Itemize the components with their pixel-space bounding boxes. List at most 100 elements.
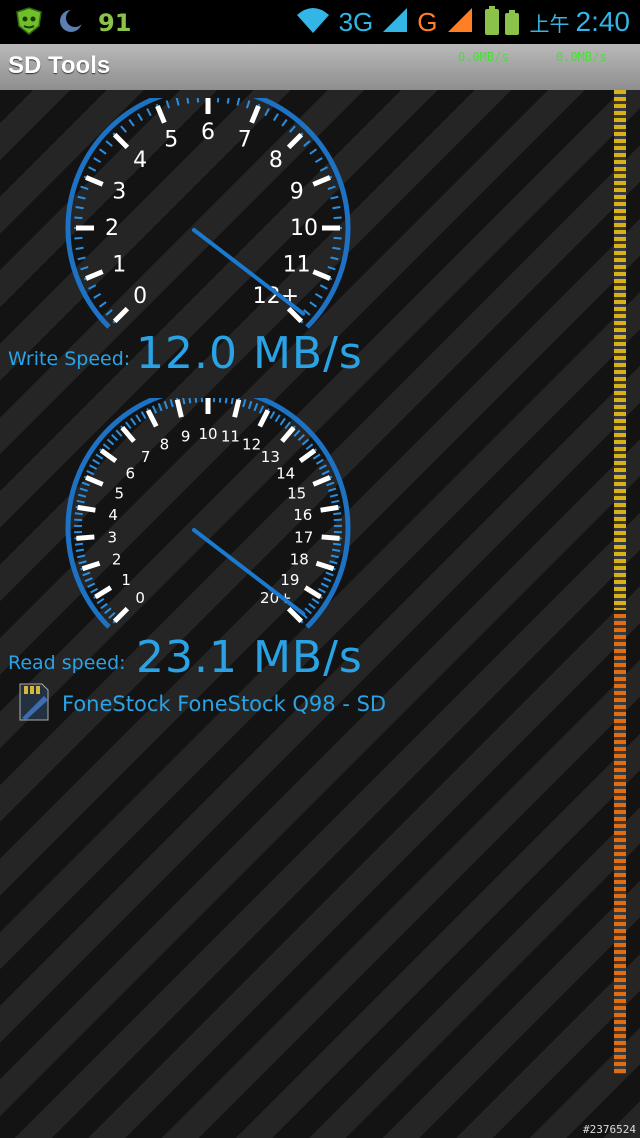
- write-gauge-minor-tick: [333, 216, 342, 220]
- read-gauge-minor-tick: [90, 587, 99, 594]
- read-gauge-minor-tick: [320, 582, 329, 588]
- read-gauge-minor-tick: [284, 421, 291, 430]
- write-gauge-major-tick: [85, 269, 104, 281]
- read-gauge-minor-tick: [86, 470, 95, 476]
- read-gauge-tick-label: 7: [141, 448, 151, 466]
- write-gauge-tick-label: 8: [269, 148, 283, 173]
- read-gauge-major-tick: [280, 426, 296, 443]
- read-gauge-tick-label: 4: [108, 506, 118, 524]
- read-gauge-minor-tick: [301, 438, 310, 446]
- read-gauge-minor-tick: [325, 571, 334, 577]
- write-gauge-tick-label: 10: [290, 216, 318, 241]
- scroll-indicator-bottom[interactable]: [614, 614, 626, 1074]
- read-gauge-minor-tick: [79, 487, 88, 492]
- write-gauge-minor-tick: [105, 140, 113, 147]
- read-gauge-minor-tick: [102, 443, 111, 450]
- write-gauge-minor-tick: [245, 100, 251, 109]
- read-gauge-minor-tick: [332, 542, 342, 546]
- read-gauge-minor-tick: [323, 577, 332, 583]
- write-gauge-tick-label: 7: [238, 127, 252, 152]
- battery-icon: [482, 4, 522, 40]
- read-gauge-minor-tick: [157, 403, 163, 412]
- read-gauge-minor-tick: [218, 398, 222, 403]
- write-gauge-minor-tick: [314, 157, 323, 164]
- device-row[interactable]: FoneStock FoneStock Q98 - SD: [16, 682, 386, 726]
- read-gauge-tick-label: 3: [108, 529, 118, 547]
- write-gauge-minor-tick: [216, 98, 220, 103]
- read-gauge-major-tick: [312, 475, 331, 487]
- notification-count: 91: [98, 9, 132, 37]
- read-gauge-minor-tick: [230, 398, 234, 405]
- write-gauge-tick-label: 9: [290, 179, 304, 204]
- read-gauge-minor-tick: [274, 414, 281, 423]
- read-gauge-tick-label: 16: [293, 506, 312, 524]
- read-speed-label: Read speed:: [8, 652, 126, 674]
- read-gauge-minor-tick: [326, 481, 335, 487]
- scroll-indicator-top[interactable]: [614, 90, 626, 610]
- read-gauge-tick-label: 10: [198, 425, 217, 443]
- clock: 上午 2:40: [530, 6, 631, 38]
- write-gauge-tick-label: 11: [283, 253, 311, 278]
- write-gauge-minor-tick: [226, 98, 230, 104]
- read-gauge-major-tick: [321, 534, 340, 541]
- read-gauge-major-tick: [232, 399, 242, 418]
- read-gauge-minor-tick: [304, 607, 312, 615]
- read-gauge-minor-tick: [76, 499, 85, 504]
- read-gauge-minor-tick: [140, 411, 147, 420]
- write-gauge-minor-tick: [289, 125, 296, 133]
- read-gauge-tick-label: 19: [280, 571, 299, 589]
- read-gauge-minor-tick: [333, 512, 342, 516]
- read-gauge-minor-tick: [77, 554, 86, 559]
- write-gauge-major-tick: [85, 175, 104, 187]
- read-gauge-major-tick: [320, 504, 339, 513]
- write-gauge-major-tick: [112, 132, 130, 150]
- write-gauge-minor-tick: [236, 98, 241, 106]
- read-gauge-minor-tick: [151, 405, 158, 414]
- app-title: SD Tools: [8, 52, 111, 79]
- read-gauge-tick-label: 13: [261, 448, 280, 466]
- write-gauge-minor-tick: [99, 148, 107, 155]
- write-gauge-tick-label: 5: [164, 127, 178, 152]
- read-gauge-minor-tick: [329, 493, 339, 498]
- read-gauge-minor-tick: [111, 434, 119, 442]
- write-gauge-minor-tick: [105, 309, 113, 316]
- write-gauge-minor-tick: [74, 216, 83, 220]
- read-gauge-minor-tick: [331, 499, 340, 504]
- read-gauge-major-tick: [81, 560, 101, 572]
- read-gauge-minor-tick: [315, 458, 324, 465]
- read-gauge-minor-tick: [74, 542, 84, 546]
- write-gauge-minor-tick: [314, 292, 323, 299]
- network-g-label: G: [417, 6, 438, 37]
- write-gauge-minor-tick: [99, 301, 107, 308]
- shield-app-icon: [14, 6, 44, 40]
- read-gauge-minor-tick: [311, 597, 320, 605]
- read-gauge-major-tick: [315, 560, 335, 572]
- read-gauge-minor-tick: [106, 438, 115, 446]
- write-gauge-minor-tick: [281, 119, 288, 127]
- read-gauge-tick-label: 2: [112, 551, 122, 569]
- read-gauge-minor-tick: [96, 597, 105, 605]
- read-gauge-minor-tick: [82, 571, 91, 577]
- write-gauge-minor-tick: [333, 236, 342, 240]
- write-gauge-minor-tick: [75, 206, 84, 210]
- write-gauge-minor-tick: [264, 108, 270, 117]
- read-gauge-major-tick: [77, 504, 96, 513]
- read-gauge-minor-tick: [331, 548, 341, 553]
- write-gauge-minor-tick: [77, 195, 86, 200]
- read-gauge-major-tick: [303, 585, 322, 600]
- clock-ampm: 上午: [529, 14, 570, 36]
- write-gauge-minor-tick: [327, 185, 336, 191]
- write-gauge-minor-tick: [330, 256, 339, 261]
- read-gauge-minor-tick: [163, 400, 169, 410]
- write-gauge-minor-tick: [186, 98, 190, 104]
- read-gauge-minor-tick: [194, 398, 198, 403]
- read-gauge-minor-tick: [188, 398, 192, 404]
- app-title-bar: SD Tools 0.0MB/s 0.0MB/s: [0, 44, 640, 91]
- read-gauge-minor-tick: [308, 602, 316, 610]
- read-gauge-tick-label: 1: [121, 571, 131, 589]
- read-gauge-tick-label: 8: [160, 435, 170, 453]
- write-gauge-minor-tick: [137, 113, 144, 122]
- read-gauge-minor-tick: [253, 403, 259, 412]
- write-gauge-major-tick: [312, 269, 331, 281]
- write-gauge-minor-tick: [80, 185, 89, 191]
